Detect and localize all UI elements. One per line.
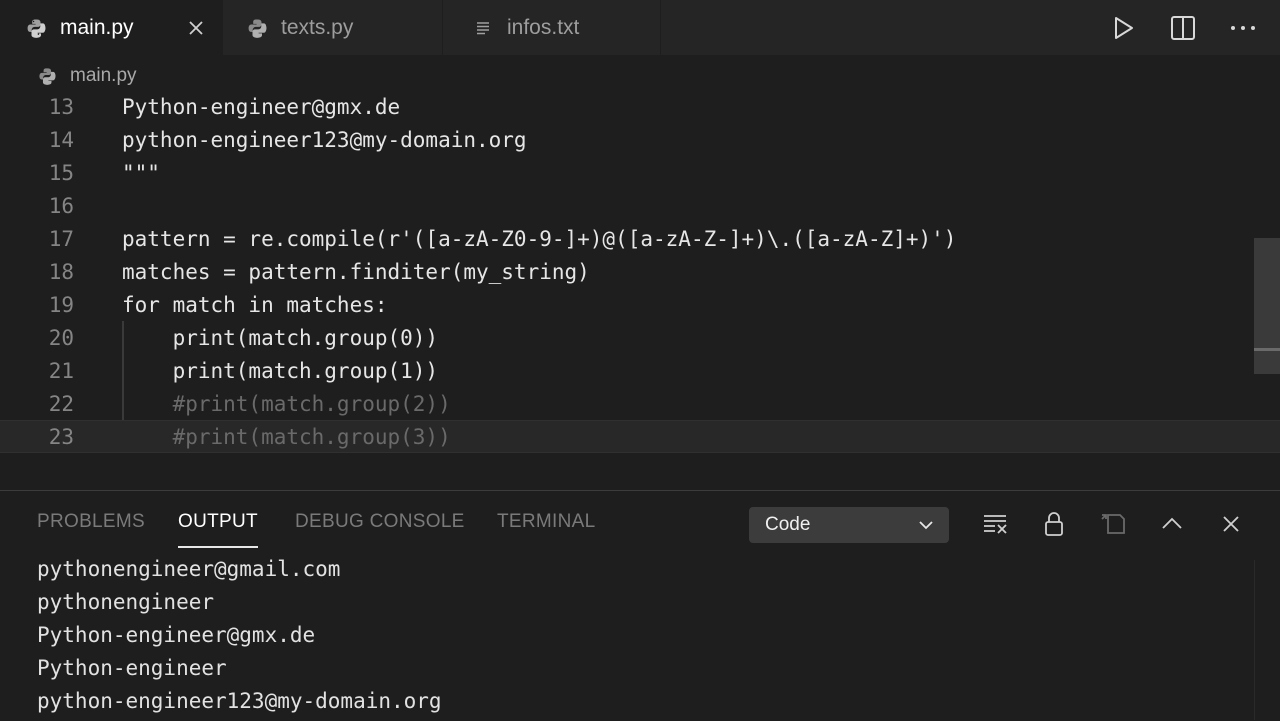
line-number: 16: [48, 193, 74, 218]
breadcrumb[interactable]: main.py: [38, 62, 137, 90]
split-editor-icon[interactable]: [1168, 13, 1198, 43]
current-line[interactable]: 23 #print(match.group(3)): [0, 420, 1280, 453]
close-icon[interactable]: [184, 16, 208, 40]
line-number: 20: [48, 325, 74, 350]
code-line[interactable]: 16: [0, 189, 1254, 222]
panel-tabs: PROBLEMS OUTPUT DEBUG CONSOLE TERMINAL: [0, 491, 700, 557]
code-line[interactable]: 13 Python-engineer@gmx.de: [0, 90, 1254, 123]
editor-tab-bar: main.py texts.py infos.txt: [0, 0, 1280, 55]
close-panel-icon[interactable]: [1216, 509, 1246, 539]
line-number: 22: [48, 391, 74, 416]
line-text: Python-engineer@gmx.de: [122, 94, 401, 119]
line-text: python-engineer123@my-domain.org: [122, 127, 527, 152]
line-number: 15: [48, 160, 74, 185]
python-file-icon: [26, 18, 46, 38]
output-line: Python-engineer@gmx.de: [37, 623, 316, 647]
line-text: matches = pattern.finditer(my_string): [122, 259, 590, 284]
line-text: pattern = re.compile(r'([a-zA-Z0-9-]+)@(…: [122, 226, 957, 251]
run-icon[interactable]: [1108, 13, 1138, 43]
output-channel-value: Code: [765, 514, 811, 535]
tab-divider: [660, 0, 661, 55]
bottom-panel: PROBLEMS OUTPUT DEBUG CONSOLE TERMINAL C…: [0, 490, 1280, 721]
line-number: 19: [48, 292, 74, 317]
maximize-panel-icon[interactable]: [1157, 509, 1187, 539]
line-number: 17: [48, 226, 74, 251]
line-text: #print(match.group(3)): [122, 424, 451, 449]
code-line[interactable]: 19 for match in matches:: [0, 288, 1254, 321]
output-line: pythonengineer@gmail.com: [37, 557, 341, 581]
text-file-icon: [473, 18, 493, 38]
tab-problems[interactable]: PROBLEMS: [37, 511, 145, 533]
line-text: for match in matches:: [122, 292, 388, 317]
more-actions-icon[interactable]: [1228, 13, 1258, 43]
output-line: pythonengineer: [37, 590, 215, 614]
python-file-icon: [247, 18, 267, 38]
line-number: 18: [48, 259, 74, 284]
line-text: #print(match.group(2)): [122, 391, 451, 416]
code-line[interactable]: 14 python-engineer123@my-domain.org: [0, 123, 1254, 156]
tab-label: texts.py: [281, 15, 354, 39]
tab-texts-py[interactable]: texts.py: [223, 0, 442, 55]
output-channel-select[interactable]: Code: [749, 507, 949, 543]
tab-infos-txt[interactable]: infos.txt: [443, 0, 660, 55]
open-in-editor-icon[interactable]: [1098, 509, 1128, 539]
lock-icon[interactable]: [1039, 509, 1069, 539]
code-line[interactable]: 17 pattern = re.compile(r'([a-zA-Z0-9-]+…: [0, 222, 1254, 255]
breadcrumb-file: main.py: [70, 65, 137, 86]
scrollbar-cursor-marker: [1254, 348, 1280, 351]
line-number: 13: [48, 94, 74, 119]
tab-main-py[interactable]: main.py: [0, 0, 222, 55]
output-log[interactable]: pythonengineer@gmail.com pythonengineer …: [37, 553, 442, 718]
line-number: 23: [48, 424, 74, 449]
line-number: 21: [48, 358, 74, 383]
line-text: """: [122, 160, 160, 185]
tab-debug-console[interactable]: DEBUG CONSOLE: [295, 511, 465, 533]
line-text: print(match.group(1)): [122, 358, 439, 383]
code-line[interactable]: 18 matches = pattern.finditer(my_string): [0, 255, 1254, 288]
tab-terminal[interactable]: TERMINAL: [497, 511, 595, 533]
chevron-down-icon: [917, 516, 935, 534]
python-file-icon: [38, 67, 56, 85]
editor-actions: [1078, 0, 1258, 55]
tab-output[interactable]: OUTPUT: [178, 511, 258, 548]
editor-scrollbar[interactable]: [1254, 238, 1280, 374]
output-line: Python-engineer: [37, 656, 227, 680]
code-line[interactable]: 20 print(match.group(0)): [0, 321, 1254, 354]
tab-label: main.py: [60, 15, 134, 39]
line-text: print(match.group(0)): [122, 325, 439, 350]
line-number: 14: [48, 127, 74, 152]
tab-label: infos.txt: [507, 15, 580, 39]
panel-scrollbar[interactable]: [1254, 560, 1280, 720]
code-editor[interactable]: 13 Python-engineer@gmx.de 14 python-engi…: [0, 90, 1280, 488]
code-line[interactable]: 15 """: [0, 156, 1254, 189]
code-line[interactable]: 21 print(match.group(1)): [0, 354, 1254, 387]
output-line: python-engineer123@my-domain.org: [37, 689, 442, 713]
code-line[interactable]: 22 #print(match.group(2)): [0, 387, 1254, 420]
clear-output-icon[interactable]: [980, 509, 1010, 539]
